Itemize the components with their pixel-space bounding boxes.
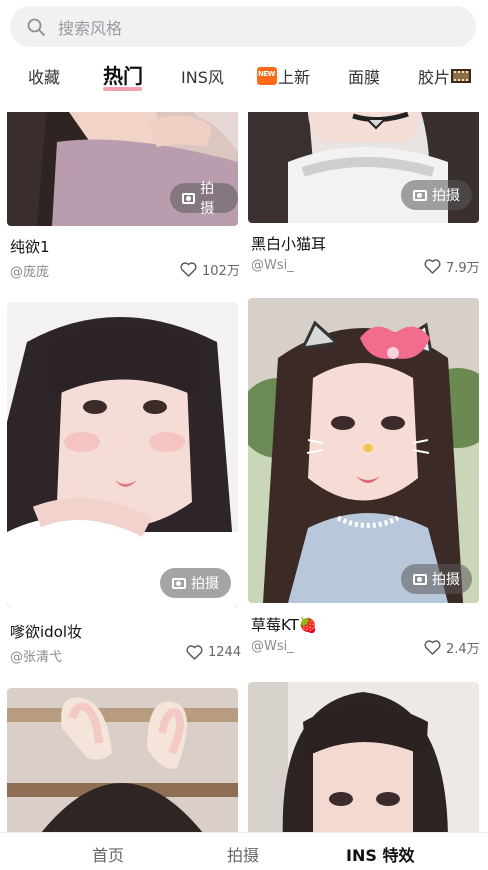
like-count[interactable]: 7.9万 xyxy=(424,257,480,276)
shoot-button[interactable]: 拍摄 xyxy=(170,181,238,217)
effect-card[interactable]: 拍摄 草莓KT🍓 @Wsi_ 2.4万 xyxy=(244,298,488,668)
heart-icon xyxy=(424,259,441,274)
effect-thumbnail[interactable]: 拍摄 xyxy=(248,298,479,603)
heart-icon xyxy=(180,262,197,277)
search-bar[interactable]: 搜索风格 xyxy=(10,6,476,47)
nav-home[interactable]: 首页 xyxy=(92,842,124,866)
effect-card[interactable]: 拍摄 嗲欲idol妆 @张清弋 1244 xyxy=(0,302,244,672)
camera-icon xyxy=(413,573,427,585)
shoot-button[interactable]: 拍摄 xyxy=(160,568,231,598)
tab-film[interactable]: 胶片 xyxy=(418,64,472,88)
effect-title: 黑白小猫耳 xyxy=(251,235,327,253)
heart-icon xyxy=(186,645,203,660)
camera-icon xyxy=(172,577,186,589)
effect-title: 草莓KT🍓 xyxy=(251,616,318,634)
shoot-label: 拍摄 xyxy=(432,188,460,204)
film-icon xyxy=(451,69,472,83)
shoot-label: 拍摄 xyxy=(191,576,219,592)
effect-card[interactable]: 拍摄 黑白小猫耳 @Wsi_ 7.9万 xyxy=(244,112,488,292)
tab-ins-style[interactable]: INS风 xyxy=(181,64,224,88)
portrait-image xyxy=(7,302,238,607)
like-count[interactable]: 2.4万 xyxy=(424,638,480,657)
effect-author[interactable]: @张清弋 xyxy=(10,646,62,665)
tab-favorites[interactable]: 收藏 xyxy=(28,64,60,88)
bottom-navigation: 首页 拍摄 INS 特效 xyxy=(0,832,488,870)
portrait-image xyxy=(248,298,479,603)
shoot-button[interactable]: 拍摄 xyxy=(401,564,472,594)
tab-mask[interactable]: 面膜 xyxy=(348,64,380,88)
effect-author[interactable]: @Wsi_ xyxy=(251,639,294,654)
heart-icon xyxy=(424,640,441,655)
effect-title: 嗲欲idol妆 xyxy=(10,623,83,641)
effect-thumbnail[interactable]: 拍摄 xyxy=(7,302,238,607)
category-tabs: 收藏 热门 INS风 NEW 上新 面膜 胶片 xyxy=(0,56,488,96)
camera-icon xyxy=(413,189,427,201)
effect-card[interactable] xyxy=(0,688,244,832)
shoot-label: 拍摄 xyxy=(200,181,215,217)
search-placeholder: 搜索风格 xyxy=(58,18,123,38)
portrait-image xyxy=(7,688,238,832)
tab-new-label: 上新 xyxy=(278,68,311,87)
nav-ins-effects[interactable]: INS 特效 xyxy=(346,842,414,866)
tab-hot[interactable]: 热门 xyxy=(103,60,143,89)
active-tab-indicator xyxy=(103,87,142,91)
new-badge-icon: NEW xyxy=(257,67,277,85)
like-count[interactable]: 1244 xyxy=(186,645,241,660)
effect-thumbnail[interactable]: 拍摄 xyxy=(248,112,479,223)
effect-author[interactable]: @庞庞 xyxy=(10,261,49,280)
effect-thumbnail[interactable]: 拍摄 xyxy=(7,112,238,226)
portrait-image xyxy=(248,682,479,832)
effect-thumbnail[interactable] xyxy=(248,682,479,832)
camera-icon xyxy=(182,192,196,204)
shoot-label: 拍摄 xyxy=(432,572,460,588)
effect-card[interactable] xyxy=(244,682,488,832)
effect-title: 纯欲1 xyxy=(10,238,50,256)
tab-new[interactable]: NEW 上新 xyxy=(257,64,310,88)
like-count[interactable]: 102万 xyxy=(180,260,240,279)
tab-film-label: 胶片 xyxy=(418,68,451,87)
search-icon xyxy=(27,18,45,36)
effect-author[interactable]: @Wsi_ xyxy=(251,258,294,273)
effect-card[interactable]: 拍摄 纯欲1 @庞庞 102万 xyxy=(0,112,244,292)
effects-feed[interactable]: 拍摄 纯欲1 @庞庞 102万 拍摄 黑白小猫耳 @Wsi_ 7.9万 拍摄 嗲… xyxy=(0,112,488,832)
nav-shoot[interactable]: 拍摄 xyxy=(227,842,259,866)
effect-thumbnail[interactable] xyxy=(7,688,238,832)
shoot-button[interactable]: 拍摄 xyxy=(401,180,472,210)
